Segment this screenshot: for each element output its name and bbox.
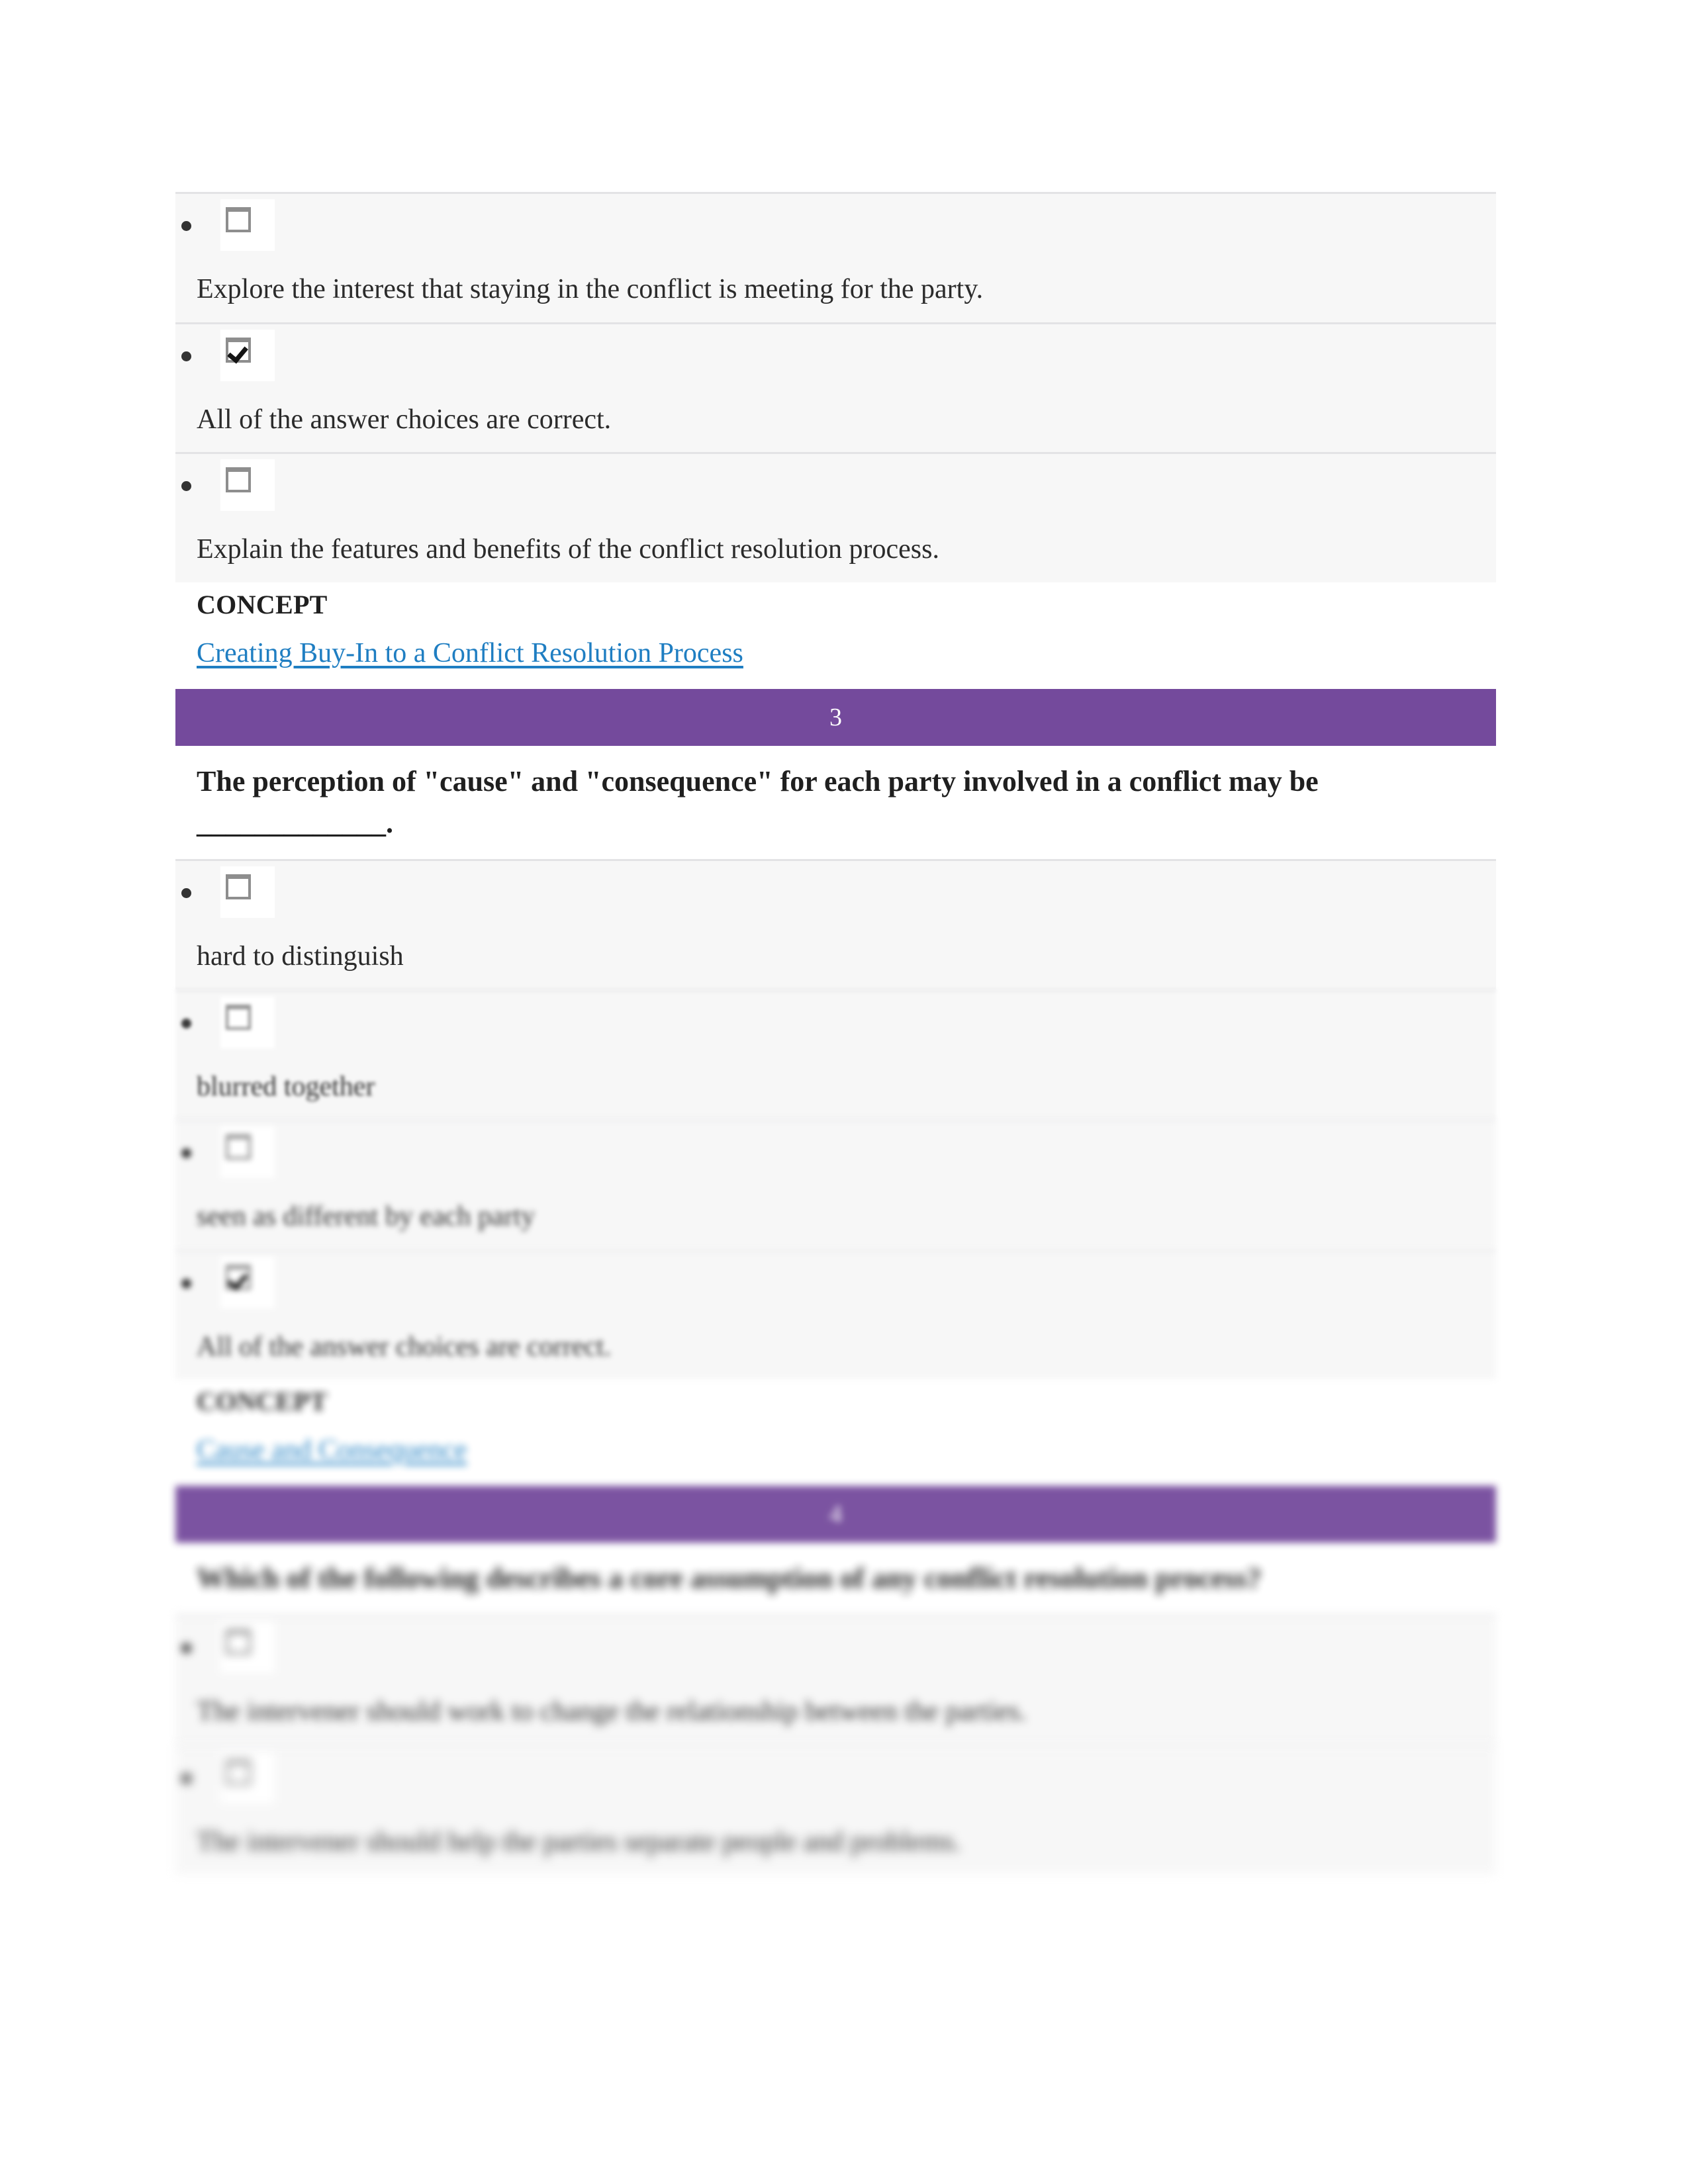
bullet-icon — [181, 221, 191, 231]
checkbox-wrapper[interactable] — [220, 1621, 275, 1674]
checkbox-wrapper[interactable] — [220, 1751, 275, 1803]
answer-option[interactable]: All of the answer choices are correct. — [175, 322, 1496, 453]
answer-option-label: The intervener should work to change the… — [197, 1696, 1027, 1729]
answer-option-label-row: The intervener should help the parties s… — [175, 1791, 1496, 1875]
answer-option-label-row: hard to distinguish — [175, 906, 1496, 989]
answer-option-label-highlighted: The intervener should help the parties s… — [197, 1825, 961, 1859]
answer-option-label-row: The intervener should work to change the… — [175, 1661, 1496, 1745]
checkbox-wrapper[interactable] — [220, 199, 275, 251]
checkbox-unchecked-icon[interactable] — [226, 467, 251, 493]
checkbox-checked-icon[interactable] — [226, 1264, 251, 1290]
checkbox-checked-icon[interactable] — [226, 337, 251, 363]
checkbox-wrapper[interactable] — [220, 329, 275, 381]
answer-option[interactable]: blurred together — [175, 989, 1496, 1120]
bullet-icon — [181, 1278, 191, 1289]
bullet-icon — [181, 1018, 191, 1028]
answer-option-label-row: All of the answer choices are correct. — [175, 1296, 1496, 1380]
answer-option-label: seen as different by each party — [197, 1201, 536, 1234]
checkbox-unchecked-icon[interactable] — [226, 207, 251, 232]
answer-option-control-row — [175, 991, 1496, 1048]
answer-option[interactable]: The intervener should work to change the… — [175, 1614, 1496, 1745]
checkbox-wrapper[interactable] — [220, 866, 275, 919]
concept-link[interactable]: Cause and Consequence — [197, 1434, 467, 1466]
answer-option[interactable]: The intervener should help the parties s… — [175, 1744, 1496, 1875]
answer-option-control-row — [175, 1251, 1496, 1308]
question-number-banner: 4 — [175, 1486, 1496, 1543]
answer-option-control-row — [175, 454, 1496, 512]
checkbox-wrapper[interactable] — [220, 459, 275, 512]
answer-option-label-row: blurred together — [175, 1036, 1496, 1120]
checkbox-wrapper[interactable] — [220, 1256, 275, 1308]
answer-option[interactable]: hard to distinguish — [175, 859, 1496, 989]
answer-option-label: All of the answer choices are correct. — [197, 403, 612, 437]
checkbox-unchecked-icon[interactable] — [226, 1759, 251, 1785]
concept-heading: CONCEPT — [197, 589, 328, 619]
concept-link[interactable]: Creating Buy-In to a Conflict Resolution… — [197, 637, 743, 669]
concept-heading: CONCEPT — [197, 1387, 328, 1417]
bullet-icon — [181, 1773, 191, 1784]
answer-option-label-row: All of the answer choices are correct. — [175, 369, 1496, 453]
bullet-icon — [181, 888, 191, 899]
answer-option-label-row: Explore the interest that staying in the… — [175, 239, 1496, 322]
answer-option-control-row — [175, 324, 1496, 381]
answer-option[interactable]: Explain the features and benefits of the… — [175, 452, 1496, 582]
checkbox-unchecked-icon[interactable] — [226, 1004, 251, 1030]
checkbox-wrapper[interactable] — [220, 996, 275, 1048]
bullet-icon — [181, 1148, 191, 1159]
quiz-content: Explore the interest that staying in the… — [175, 192, 1496, 1875]
question-prompt: Which of the following describes a core … — [197, 1562, 1262, 1595]
answer-option-label-row: seen as different by each party — [175, 1166, 1496, 1250]
answer-option-label: All of the answer choices are correct. — [197, 1330, 612, 1364]
answer-option-control-row — [175, 1616, 1496, 1674]
checkbox-wrapper[interactable] — [220, 1126, 275, 1179]
bullet-icon — [181, 481, 191, 492]
answer-option-label: Explore the interest that staying in the… — [197, 273, 984, 306]
question-number: 3 — [829, 703, 842, 731]
answer-option-label: blurred together — [197, 1070, 375, 1104]
answer-option-control-row — [175, 861, 1496, 919]
checkbox-unchecked-icon[interactable] — [226, 1629, 251, 1655]
answer-option-label-row: Explain the features and benefits of the… — [175, 499, 1496, 582]
question-number: 4 — [829, 1500, 842, 1529]
answer-option-control-row — [175, 1121, 1496, 1179]
answer-option[interactable]: Explore the interest that staying in the… — [175, 192, 1496, 322]
question-prompt: The perception of "cause" and "consequen… — [197, 764, 1319, 840]
bullet-icon — [181, 1643, 191, 1654]
checkbox-unchecked-icon[interactable] — [226, 874, 251, 900]
answer-option-label: hard to distinguish — [197, 940, 404, 974]
answer-option-control-row — [175, 1747, 1496, 1803]
question-number-banner: 3 — [175, 688, 1496, 746]
answer-option-control-row — [175, 194, 1496, 251]
answer-option[interactable]: All of the answer choices are correct. — [175, 1249, 1496, 1380]
answer-option-label: Explain the features and benefits of the… — [197, 533, 939, 567]
bullet-icon — [181, 351, 191, 361]
checkbox-unchecked-icon[interactable] — [226, 1134, 251, 1160]
document-page: Explore the interest that staying in the… — [0, 0, 1688, 2184]
answer-option[interactable]: seen as different by each party — [175, 1119, 1496, 1250]
